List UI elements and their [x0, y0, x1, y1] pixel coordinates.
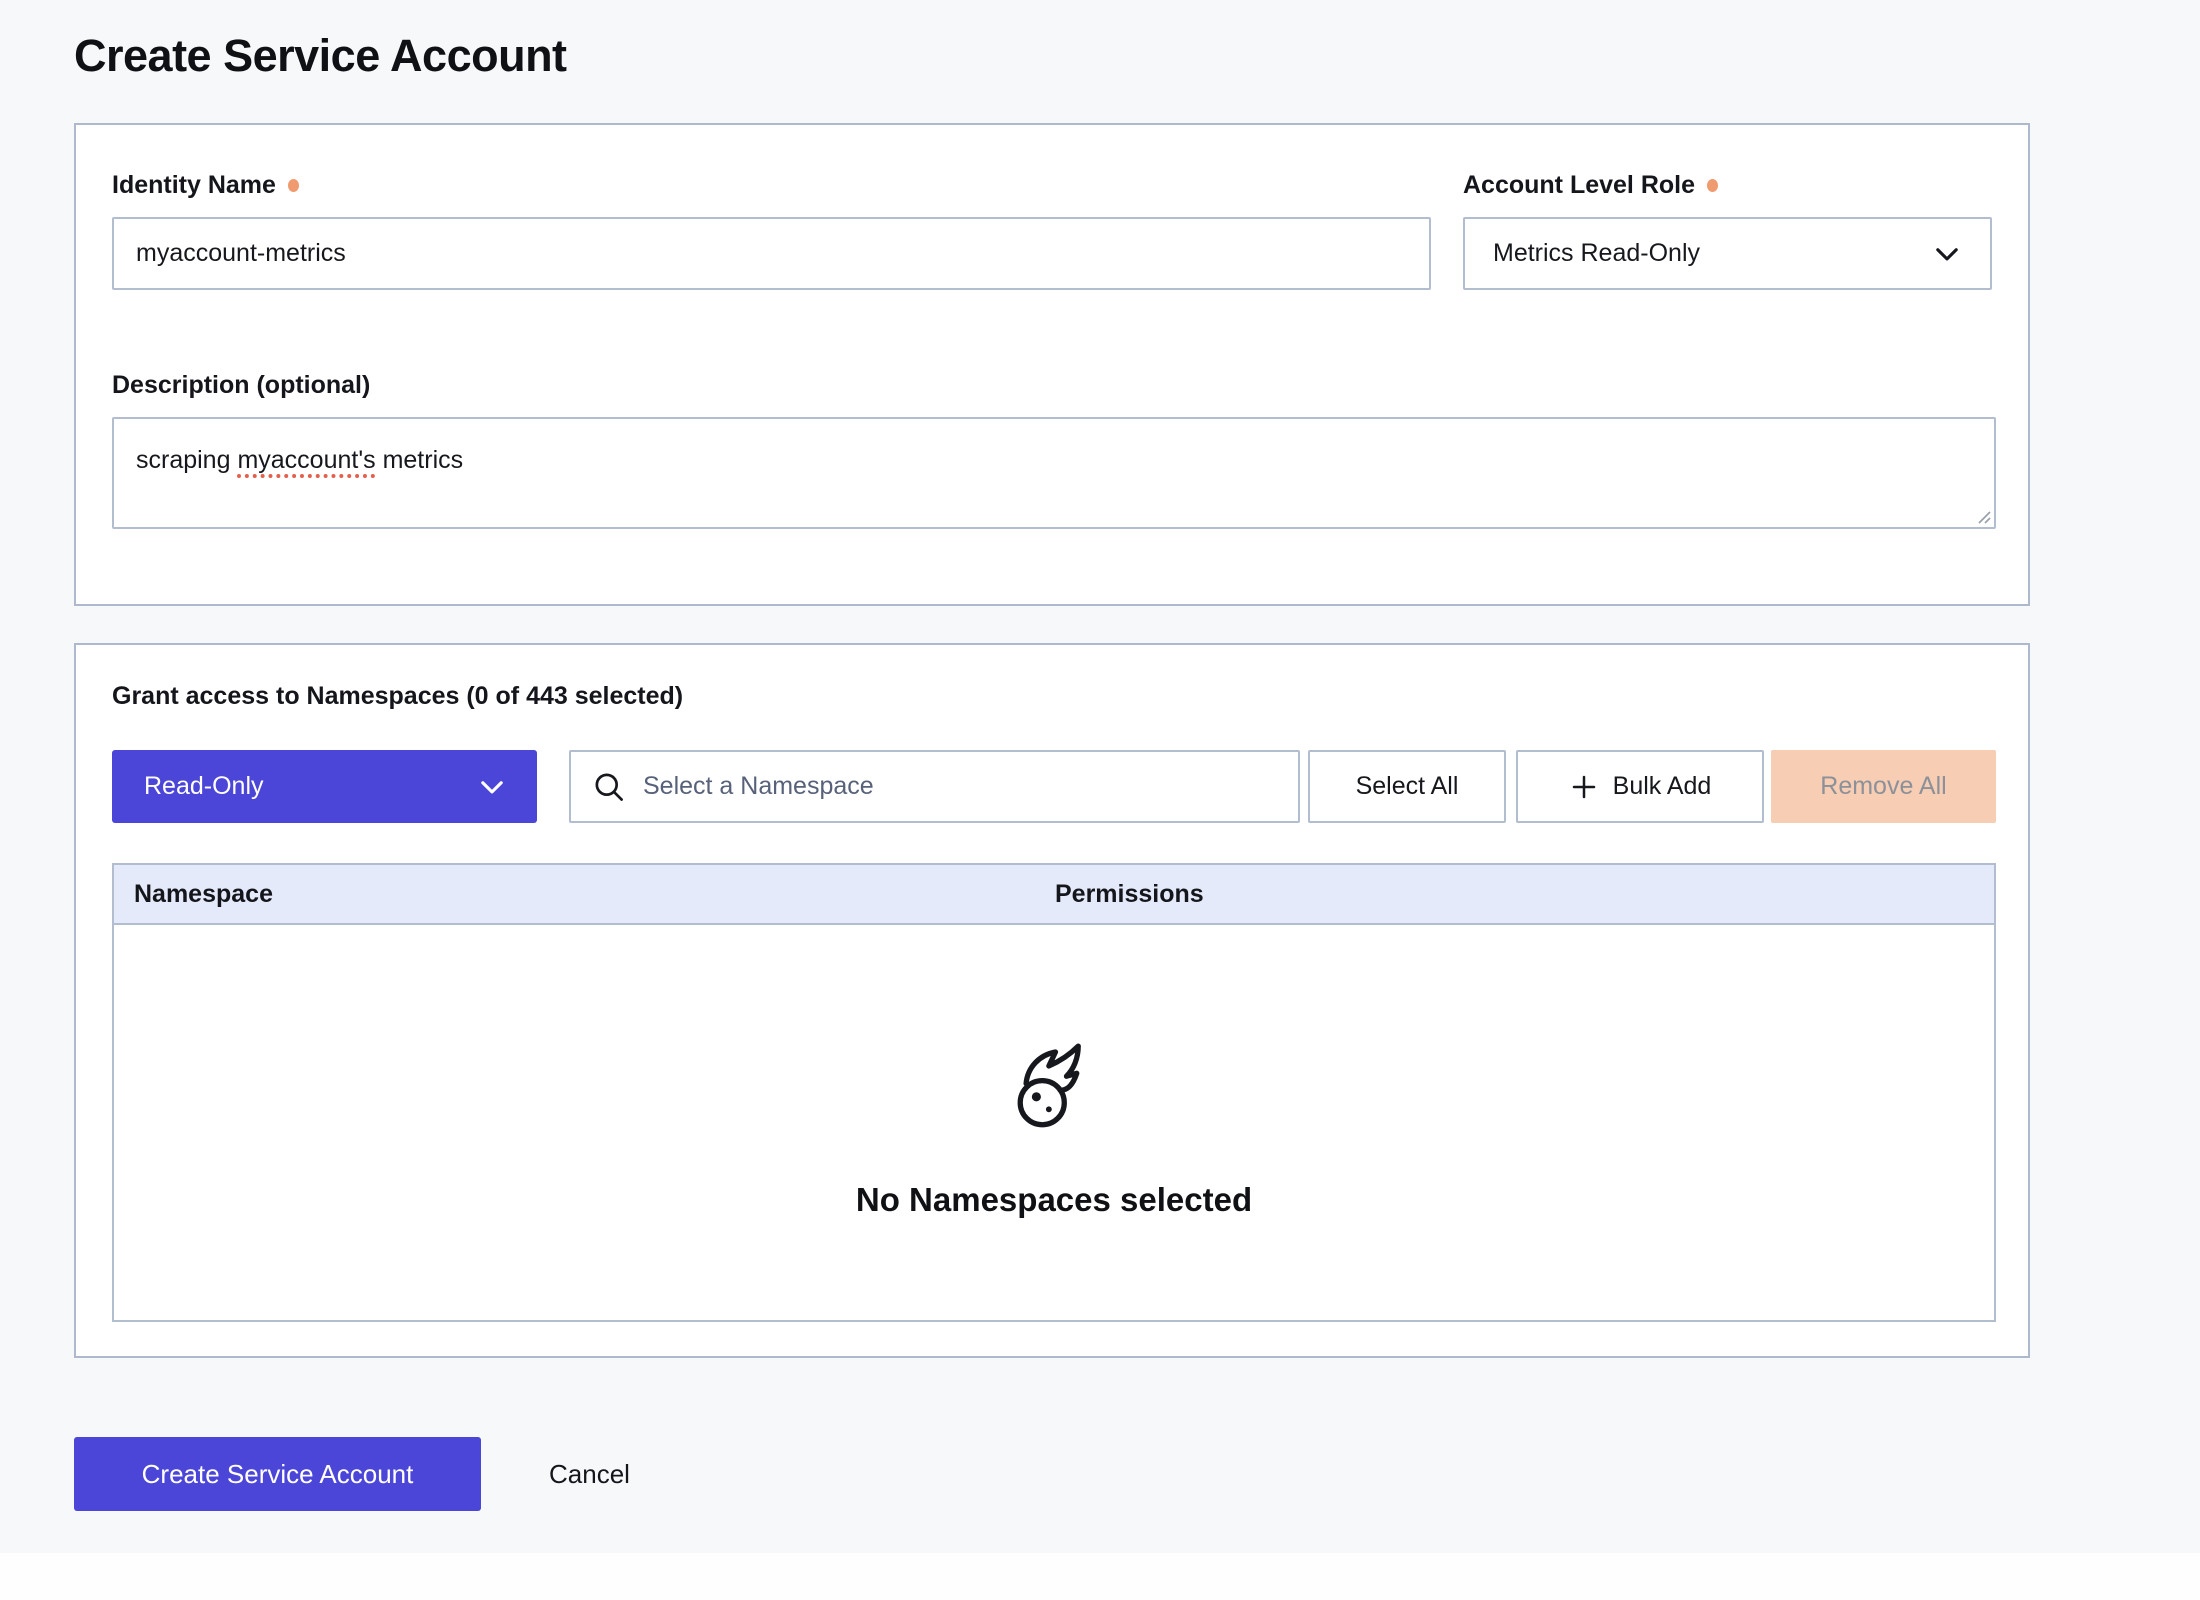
- namespace-search: [569, 750, 1300, 823]
- namespace-access-heading: Grant access to Namespaces (0 of 443 sel…: [112, 682, 1992, 712]
- cancel-button[interactable]: Cancel: [549, 1459, 630, 1490]
- permission-select[interactable]: Read-Only: [112, 750, 537, 823]
- account-level-role-value: Metrics Read-Only: [1493, 239, 1700, 268]
- remove-all-button[interactable]: Remove All: [1771, 750, 1996, 823]
- permission-select-value: Read-Only: [144, 772, 264, 801]
- account-level-role-label-row: Account Level Role: [1463, 170, 1992, 200]
- footer-actions: Create Service Account Cancel: [74, 1437, 630, 1511]
- chevron-down-icon: [1930, 237, 1964, 271]
- identity-name-label-row: Identity Name: [112, 170, 1431, 200]
- remove-all-label: Remove All: [1820, 772, 1946, 801]
- namespace-access-card: Grant access to Namespaces (0 of 443 sel…: [74, 643, 2030, 1358]
- namespace-search-input[interactable]: [569, 750, 1300, 823]
- identity-form-card: Identity Name Account Level Role Metrics…: [74, 123, 2030, 606]
- account-level-role-label: Account Level Role: [1463, 171, 1695, 200]
- page-title: Create Service Account: [74, 30, 567, 82]
- column-header-namespace: Namespace: [134, 880, 273, 909]
- required-dot-icon: [1707, 179, 1718, 192]
- bulk-add-label: Bulk Add: [1613, 772, 1712, 801]
- namespaces-table-body: No Namespaces selected: [114, 925, 1994, 1320]
- chevron-down-icon: [475, 770, 509, 804]
- description-text: scraping myaccount's metrics: [136, 446, 463, 474]
- namespaces-table-header: Namespace Permissions: [114, 865, 1994, 925]
- column-header-permissions: Permissions: [1055, 880, 1204, 909]
- select-all-label: Select All: [1356, 772, 1459, 801]
- description-label-row: Description (optional): [112, 370, 1992, 400]
- namespaces-table: Namespace Permissions No Namespaces sele…: [112, 863, 1996, 1322]
- description-label: Description (optional): [112, 371, 370, 400]
- comet-icon: [1007, 1041, 1101, 1135]
- account-level-role-select[interactable]: Metrics Read-Only: [1463, 217, 1992, 290]
- namespace-toolbar: Read-Only Select All Bulk Add Remove All: [112, 750, 1992, 823]
- identity-name-input[interactable]: [112, 217, 1431, 290]
- select-all-button[interactable]: Select All: [1308, 750, 1506, 823]
- bulk-add-button[interactable]: Bulk Add: [1516, 750, 1764, 823]
- empty-state-message: No Namespaces selected: [856, 1181, 1252, 1219]
- identity-name-label: Identity Name: [112, 171, 276, 200]
- required-dot-icon: [288, 179, 299, 192]
- create-service-account-button[interactable]: Create Service Account: [74, 1437, 481, 1511]
- misspelled-word: myaccount's: [237, 446, 375, 474]
- search-icon: [591, 769, 627, 805]
- bottom-strip: [0, 1553, 2200, 1600]
- textarea-resize-handle-icon[interactable]: [1975, 508, 1991, 524]
- description-textarea[interactable]: scraping myaccount's metrics: [112, 417, 1996, 529]
- plus-icon: [1569, 772, 1599, 802]
